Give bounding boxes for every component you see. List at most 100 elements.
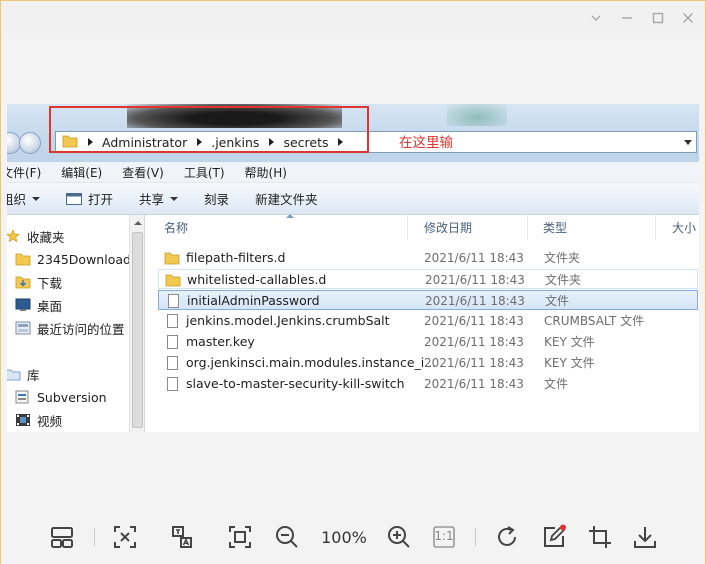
file-type: 文件 [544,377,569,391]
sidebar-label: 库 [27,367,40,383]
share-label: 共享 [139,192,165,207]
menu-edit[interactable]: 编辑(E) [61,164,102,181]
sidebar-label: 桌面 [37,298,63,314]
command-bar: 组织 打开 共享 刻录 新建文件夹 [7,183,699,215]
forward-button[interactable] [19,132,41,154]
column-header-date[interactable]: 修改日期 [408,215,528,240]
actual-size-icon[interactable] [226,523,254,551]
sidebar-label: 下载 [37,275,63,291]
download-folder-icon [15,274,31,290]
zoom-level: 100% [321,528,367,547]
column-header-name[interactable]: 名称 [146,214,408,240]
file-date: 2021/6/11 18:43 [425,272,525,287]
sidebar-label: 2345Downloads [37,251,138,267]
file-type: CRUMBSALT 文件 [544,314,645,328]
file-row[interactable]: initialAdminPassword 2021/6/11 18:43 文件 [158,290,698,310]
file-name: initialAdminPassword [187,293,320,308]
sidebar-label: Subversion [37,389,107,405]
open-button[interactable]: 打开 [66,189,113,208]
zoom-in-icon[interactable] [385,523,413,551]
file-name-cell: filepath-filters.d [164,248,285,267]
crop-icon[interactable] [586,523,614,551]
file-type: KEY 文件 [544,356,595,370]
svn-library-icon [15,389,31,405]
file-date: 2021/6/11 18:43 [424,334,524,349]
menu-bar: 文件(F) 编辑(E) 查看(V) 工具(T) 帮助(H) [7,162,699,183]
chevron-down-icon[interactable] [588,10,604,26]
thumbnail-view-icon[interactable] [48,523,76,551]
organize-button[interactable]: 组织 [7,189,41,208]
sidebar-label: 最近访问的位置 [37,321,125,337]
chevron-down-icon [32,196,41,201]
menu-tools[interactable]: 工具(T) [184,164,225,181]
file-type: 文件 [545,294,570,308]
share-button[interactable]: 共享 [139,189,179,208]
file-list: 名称 修改日期 类型 大小 filepath-filters.d 2021/6/1… [146,214,699,432]
desktop-icon [15,297,31,313]
file-name: slave-to-master-security-kill-switch [186,376,405,391]
burn-button[interactable]: 刻录 [204,189,229,208]
file-type: KEY 文件 [544,335,595,349]
address-dropdown-icon[interactable] [684,140,692,145]
folder-icon [15,251,31,267]
open-label: 打开 [88,192,114,207]
organize-label: 组织 [7,192,27,207]
column-header-type[interactable]: 类型 [528,215,656,240]
annotation-text: 在这里输 [399,135,453,151]
menu-file[interactable]: 文件(F) [7,164,41,181]
burn-label: 刻录 [204,192,230,207]
one-to-one-button[interactable]: 1:1 [430,523,458,551]
file-row[interactable]: jenkins.model.Jenkins.crumbSalt 2021/6/11… [158,311,698,331]
file-row[interactable]: org.jenkinsci.main.modules.instance_i...… [158,353,698,373]
sidebar-item-desktop[interactable]: 桌面 [15,296,62,314]
file-name: filepath-filters.d [186,250,286,265]
close-icon[interactable] [680,10,696,26]
sidebar-item-videos[interactable]: 视频 [15,411,62,429]
file-row[interactable]: slave-to-master-security-kill-switch 2021… [158,374,698,394]
scroll-thumb[interactable] [132,232,143,428]
download-icon[interactable] [631,523,659,551]
column-header-size[interactable]: 大小 [656,215,699,240]
toolbar-divider [94,528,95,546]
menu-view[interactable]: 查看(V) [122,164,164,181]
sidebar-item-subversion[interactable]: Subversion [15,388,107,406]
edit-icon[interactable] [540,523,568,551]
folder-icon [165,272,181,288]
file-name-cell: whitelisted-callables.d [165,270,326,289]
recent-places-icon [15,320,31,336]
file-name-cell: initialAdminPassword [165,291,320,310]
file-icon [165,293,181,309]
file-row[interactable]: master.key 2021/6/11 18:43 KEY 文件 [158,332,698,352]
file-icon [164,355,180,371]
file-icon [164,313,180,329]
new-folder-button[interactable]: 新建文件夹 [255,189,318,208]
scroll-up-icon[interactable] [134,221,142,225]
translate-icon[interactable] [168,523,196,551]
sidebar-item-favorites[interactable]: 收藏夹 [7,227,65,245]
fit-screen-icon[interactable] [111,523,139,551]
file-name: whitelisted-callables.d [187,272,327,287]
zoom-out-icon[interactable] [273,523,301,551]
sidebar-item-library[interactable]: 库 [7,365,40,383]
sidebar-item-downloads[interactable]: 下载 [15,273,62,291]
file-date: 2021/6/11 18:43 [425,293,525,308]
sidebar-label: 收藏夹 [27,229,65,245]
file-name-cell: jenkins.model.Jenkins.crumbSalt [164,311,390,330]
file-name-cell: master.key [164,332,255,351]
sidebar-scrollbar[interactable] [129,215,145,432]
file-row[interactable]: filepath-filters.d 2021/6/11 18:43 文件夹 [158,248,698,268]
blurred-region [447,104,507,126]
sidebar-item-downloads2345[interactable]: 2345Downloads [15,250,137,268]
menu-help[interactable]: 帮助(H) [245,164,287,181]
maximize-icon[interactable] [650,10,666,26]
file-row[interactable]: whitelisted-callables.d 2021/6/11 18:43 文件… [158,269,698,289]
minimize-icon[interactable] [619,10,635,26]
file-name-cell: org.jenkinsci.main.modules.instance_i... [164,353,436,372]
file-date: 2021/6/11 18:43 [424,376,524,391]
file-name: master.key [186,334,255,349]
chevron-down-icon [170,196,179,201]
rotate-icon[interactable] [493,523,521,551]
sidebar-item-recent[interactable]: 最近访问的位置 [15,319,125,337]
new-folder-label: 新建文件夹 [255,192,318,207]
file-name-cell: slave-to-master-security-kill-switch [164,374,405,393]
